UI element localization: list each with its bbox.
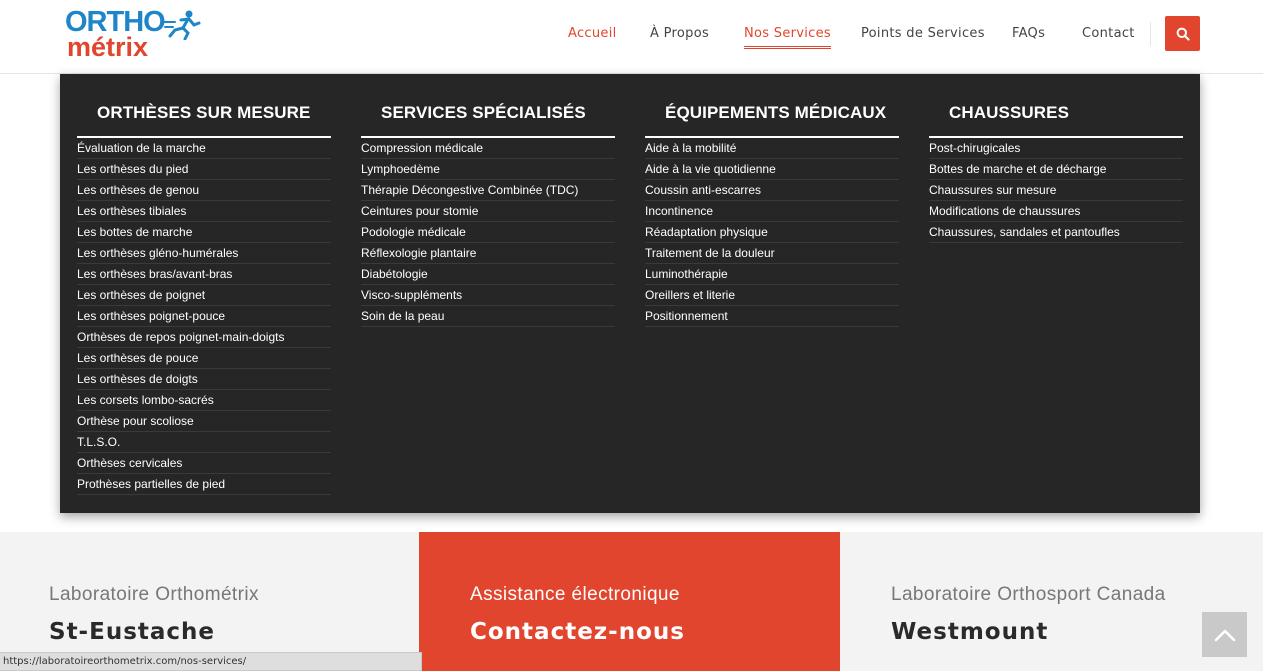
menu-column-equipements: ÉQUIPEMENTS MÉDICAUX Aide à la mobilité … (645, 100, 899, 327)
menu-link[interactable]: Thérapie Décongestive Combinée (TDC) (361, 180, 615, 201)
panel-subtitle: Laboratoire Orthosport Canada (891, 584, 1166, 605)
menu-link[interactable]: Luminothérapie (645, 264, 899, 285)
location-panel-st-eustache[interactable]: Laboratoire Orthométrix St-Eustache (0, 532, 419, 671)
main-nav: Accueil À Propos Nos Services Points de … (0, 24, 1263, 49)
menu-link[interactable]: Les orthèses de poignet (77, 285, 331, 306)
menu-link[interactable]: T.L.S.O. (77, 432, 331, 453)
menu-link[interactable]: Réadaptation physique (645, 222, 899, 243)
back-to-top-button[interactable] (1202, 612, 1247, 657)
panel-title: St-Eustache (49, 619, 216, 645)
menu-link[interactable]: Orthèses de repos poignet-main-doigts (77, 327, 331, 348)
menu-link[interactable]: Les orthèses tibiales (77, 201, 331, 222)
nav-item-a-propos[interactable]: À Propos (650, 24, 709, 44)
services-mega-menu: ORTHÈSES SUR MESURE Évaluation de la mar… (60, 74, 1200, 513)
location-panel-westmount[interactable]: Laboratoire Orthosport Canada Westmount (840, 532, 1263, 671)
nav-item-faqs[interactable]: FAQs (1012, 24, 1045, 44)
menu-link[interactable]: Les orthèses de genou (77, 180, 331, 201)
menu-column-title: SERVICES SPÉCIALISÉS (361, 100, 615, 138)
locations-section: Laboratoire Orthométrix St-Eustache Assi… (0, 532, 1263, 671)
menu-link[interactable]: Évaluation de la marche (77, 138, 331, 159)
menu-link[interactable]: Orthèses cervicales (77, 453, 331, 474)
search-button[interactable] (1165, 16, 1200, 51)
menu-link[interactable]: Post-chirugicales (929, 138, 1183, 159)
menu-link[interactable]: Lymphoedème (361, 159, 615, 180)
menu-link[interactable]: Traitement de la douleur (645, 243, 899, 264)
chevron-up-icon (1214, 629, 1235, 641)
menu-link[interactable]: Coussin anti-escarres (645, 180, 899, 201)
panel-title: Contactez-nous (470, 619, 685, 645)
menu-link[interactable]: Visco-suppléments (361, 285, 615, 306)
panel-subtitle: Laboratoire Orthométrix (49, 584, 259, 605)
menu-link[interactable]: Compression médicale (361, 138, 615, 159)
panel-subtitle: Assistance électronique (470, 584, 680, 605)
browser-status-bar: https://laboratoireorthometrix.com/nos-s… (0, 652, 422, 671)
menu-link[interactable]: Les orthèses de pouce (77, 348, 331, 369)
menu-link[interactable]: Soin de la peau (361, 306, 615, 327)
menu-link[interactable]: Les orthèses gléno-humérales (77, 243, 331, 264)
menu-link[interactable]: Les orthèses de doigts (77, 369, 331, 390)
menu-link[interactable]: Bottes de marche et de décharge (929, 159, 1183, 180)
menu-column-chaussures: CHAUSSURES Post-chirugicales Bottes de m… (929, 100, 1183, 243)
menu-link[interactable]: Les orthèses poignet-pouce (77, 306, 331, 327)
search-icon (1176, 27, 1190, 41)
menu-link[interactable]: Chaussures sur mesure (929, 180, 1183, 201)
menu-column-title: ORTHÈSES SUR MESURE (77, 100, 331, 138)
site-header: ORTHO métrix Accueil À Propos Nos Servic… (0, 0, 1263, 74)
menu-column-title: ÉQUIPEMENTS MÉDICAUX (645, 100, 899, 138)
menu-link[interactable]: Les orthèses bras/avant-bras (77, 264, 331, 285)
panel-title: Westmount (891, 619, 1049, 645)
menu-link[interactable]: Aide à la mobilité (645, 138, 899, 159)
menu-link[interactable]: Les orthèses du pied (77, 159, 331, 180)
nav-item-points-de-services[interactable]: Points de Services (861, 24, 985, 44)
menu-link[interactable]: Les bottes de marche (77, 222, 331, 243)
menu-column-services: SERVICES SPÉCIALISÉS Compression médical… (361, 100, 615, 327)
menu-link[interactable]: Diabétologie (361, 264, 615, 285)
menu-link[interactable]: Podologie médicale (361, 222, 615, 243)
menu-link[interactable]: Réflexologie plantaire (361, 243, 615, 264)
menu-link[interactable]: Ceintures pour stomie (361, 201, 615, 222)
menu-link[interactable]: Modifications de chaussures (929, 201, 1183, 222)
menu-link[interactable]: Prothèses partielles de pied (77, 474, 331, 495)
contact-panel[interactable]: Assistance électronique Contactez-nous (419, 532, 840, 671)
menu-link[interactable]: Aide à la vie quotidienne (645, 159, 899, 180)
menu-link[interactable]: Les corsets lombo-sacrés (77, 390, 331, 411)
nav-item-accueil[interactable]: Accueil (568, 24, 617, 44)
nav-item-nos-services[interactable]: Nos Services (744, 24, 832, 49)
menu-link[interactable]: Incontinence (645, 201, 899, 222)
nav-divider (1150, 22, 1151, 46)
menu-link[interactable]: Orthèse pour scoliose (77, 411, 331, 432)
nav-item-contact[interactable]: Contact (1082, 24, 1135, 44)
menu-link[interactable]: Oreillers et literie (645, 285, 899, 306)
menu-link[interactable]: Positionnement (645, 306, 899, 327)
menu-column-ortheses: ORTHÈSES SUR MESURE Évaluation de la mar… (77, 100, 331, 495)
menu-column-title: CHAUSSURES (929, 100, 1183, 138)
menu-link[interactable]: Chaussures, sandales et pantoufles (929, 222, 1183, 243)
